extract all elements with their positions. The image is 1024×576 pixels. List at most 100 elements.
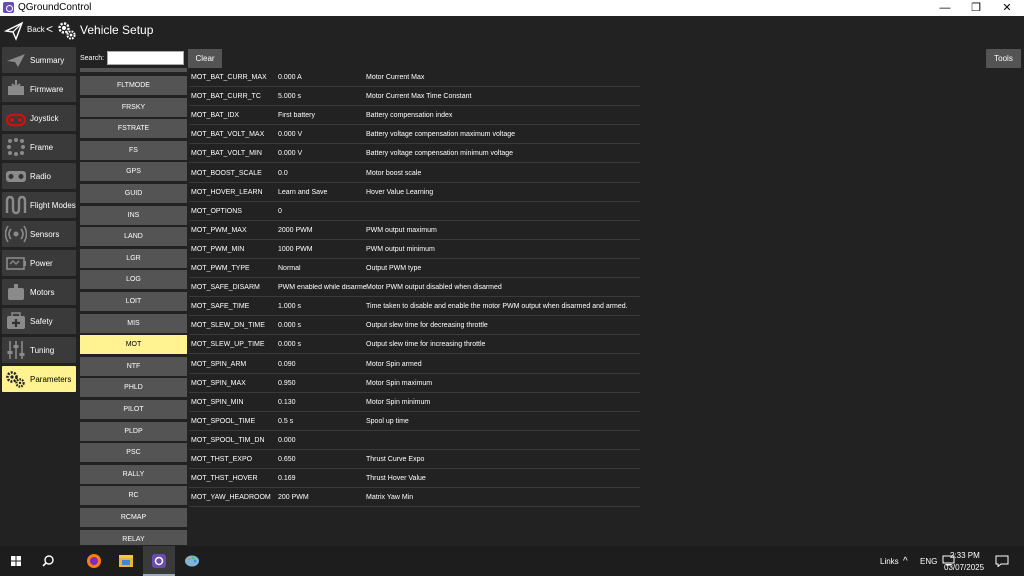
qgc-app-icon	[3, 2, 14, 13]
param-value: 0.169	[278, 475, 296, 483]
sidebar-item-summary[interactable]: Summary	[2, 47, 76, 73]
sidebar-item-label: Power	[30, 259, 53, 268]
sidebar-item-safety[interactable]: Safety	[2, 308, 76, 334]
sidebar-item-tuning[interactable]: Tuning	[2, 337, 76, 363]
group-button-fs[interactable]: FS	[80, 140, 187, 160]
notifications-icon[interactable]	[995, 555, 1009, 567]
param-name: MOT_BOOST_SCALE	[191, 169, 262, 177]
group-button-loit[interactable]: LOIT	[80, 292, 187, 311]
chevron-up-icon[interactable]: ^	[903, 556, 908, 567]
param-row[interactable]: MOT_BAT_CURR_MAX 0.000 A Motor Current Max	[189, 68, 640, 87]
param-name: MOT_SAFE_TIME	[191, 303, 250, 311]
param-description: PWM output maximum	[366, 226, 437, 234]
firefox-taskbar-button[interactable]	[78, 546, 110, 576]
param-row[interactable]: MOT_THST_HOVER 0.169 Thrust Hover Value	[189, 469, 640, 489]
param-description: Motor Current Max Time Constant	[366, 93, 472, 101]
param-row[interactable]: MOT_SPIN_ARM 0.090 Motor Spin armed	[189, 355, 640, 374]
param-row[interactable]: MOT_SPIN_MIN 0.130 Motor Spin minimum	[189, 393, 640, 412]
param-row[interactable]: MOT_SPIN_MAX 0.950 Motor Spin maximum	[189, 374, 640, 393]
window-titlebar: QGroundControl — ❐ ✕	[0, 0, 1024, 16]
close-button[interactable]: ✕	[992, 0, 1022, 16]
qgroundcontrol-taskbar-button[interactable]	[143, 546, 175, 576]
group-button-rcmap[interactable]: RCMAP	[80, 508, 187, 527]
param-description: Motor Spin maximum	[366, 379, 433, 387]
app-taskbar-button[interactable]	[176, 546, 208, 576]
group-button-rc[interactable]: RC	[80, 486, 187, 506]
start-button[interactable]	[0, 546, 32, 576]
param-row[interactable]: MOT_SPOOL_TIM_DN 0.000	[189, 431, 640, 450]
file-explorer-taskbar-button[interactable]	[110, 546, 142, 576]
param-row[interactable]: MOT_SAFE_TIME 1.000 s Time taken to disabl…	[189, 297, 640, 317]
param-name: MOT_OPTIONS	[191, 207, 242, 215]
maximize-button[interactable]: ❐	[961, 0, 991, 16]
group-button-phld[interactable]: PHLD	[80, 378, 187, 398]
back-plane-icon[interactable]	[4, 21, 24, 41]
minimize-button[interactable]: —	[930, 0, 960, 16]
search-input[interactable]	[107, 51, 184, 65]
param-row[interactable]: MOT_THST_EXPO 0.650 Thrust Curve Expo	[189, 450, 640, 469]
param-row[interactable]: MOT_BAT_VOLT_MAX 0.000 V Battery voltage c…	[189, 125, 640, 145]
sidebar-item-joystick[interactable]: Joystick	[2, 105, 76, 131]
param-description: Battery compensation index	[366, 112, 453, 120]
param-description: Output slew time for decreasing throttle	[366, 322, 488, 330]
group-button-pldp[interactable]: PLDP	[80, 421, 187, 441]
sidebar-item-flight-modes[interactable]: Flight Modes	[2, 192, 76, 218]
param-row[interactable]: MOT_OPTIONS 0	[189, 202, 640, 221]
sidebar-item-sensors[interactable]: Sensors	[2, 221, 76, 247]
group-button-log[interactable]: LOG	[80, 270, 187, 290]
param-row[interactable]: MOT_YAW_HEADROOM 200 PWM Matrix Yaw Min	[189, 488, 640, 508]
param-value: Learn and Save	[278, 188, 328, 196]
param-row[interactable]: MOT_SLEW_DN_TIME 0.000 s Output slew time …	[189, 316, 640, 336]
tools-button[interactable]: Tools	[986, 49, 1021, 68]
param-description: Matrix Yaw Min	[366, 494, 414, 502]
group-button-mis[interactable]: MIS	[80, 313, 187, 333]
group-button-relay[interactable]: RELAY	[80, 529, 187, 545]
group-button-pilot[interactable]: PILOT	[80, 400, 187, 419]
group-button-rally[interactable]: RALLY	[80, 464, 187, 484]
param-row[interactable]: MOT_SLEW_UP_TIME 0.000 s Output slew time …	[189, 335, 640, 355]
group-button-guid[interactable]: GUID	[80, 184, 187, 203]
clear-button[interactable]: Clear	[188, 49, 222, 68]
group-button-ins[interactable]: INS	[80, 205, 187, 225]
param-row[interactable]: MOT_BOOST_SCALE 0.0 Motor boost scale	[189, 164, 640, 183]
group-button-lgr[interactable]: LGR	[80, 248, 187, 268]
param-row[interactable]: MOT_HOVER_LEARN Learn and Save Hover Value…	[189, 183, 640, 202]
search-taskbar-button[interactable]	[32, 546, 64, 576]
param-name: MOT_BAT_VOLT_MIN	[191, 150, 262, 158]
group-button-mot[interactable]: MOT	[80, 335, 187, 355]
param-row[interactable]: MOT_SPOOL_TIME 0.5 s Spool up time	[189, 412, 640, 431]
sidebar-item-label: Parameters	[30, 375, 72, 384]
parameter-group-list[interactable]: FLTMODE FRSKY FSTRATE FS GPS GUID INS LAND LGR LO…	[80, 68, 187, 545]
param-row[interactable]: MOT_BAT_IDX First battery Battery compensa…	[189, 106, 640, 126]
param-value: 0.000 s	[278, 341, 301, 349]
language-indicator[interactable]: ENG	[920, 557, 937, 566]
sidebar-item-radio[interactable]: Radio	[2, 163, 76, 189]
group-button-partial[interactable]	[80, 68, 187, 72]
param-row[interactable]: MOT_BAT_CURR_TC 5.000 s Motor Current Max …	[189, 87, 640, 107]
group-button-frsky[interactable]: FRSKY	[80, 97, 187, 117]
back-button[interactable]: Back	[27, 25, 45, 34]
sidebar-item-parameters[interactable]: Parameters	[2, 366, 76, 392]
group-button-gps[interactable]: GPS	[80, 162, 187, 182]
sidebar-item-motors[interactable]: Motors	[2, 279, 76, 305]
group-button-ntf[interactable]: NTF	[80, 356, 187, 376]
group-button-fstrate[interactable]: FSTRATE	[80, 119, 187, 139]
sidebar-item-frame[interactable]: Frame	[2, 134, 76, 160]
group-button-land[interactable]: LAND	[80, 227, 187, 247]
group-button-fltmode[interactable]: FLTMODE	[80, 76, 187, 95]
sidebar-item-firmware[interactable]: Firmware	[2, 76, 76, 102]
param-name: MOT_THST_HOVER	[191, 475, 258, 483]
sidebar-item-power[interactable]: Power	[2, 250, 76, 276]
param-row[interactable]: MOT_PWM_TYPE Normal Output PWM type	[189, 259, 640, 278]
param-row[interactable]: MOT_PWM_MIN 1000 PWM PWM output minimum	[189, 240, 640, 259]
param-row[interactable]: MOT_PWM_MAX 2000 PWM PWM output maximum	[189, 221, 640, 240]
group-button-psc[interactable]: PSC	[80, 443, 187, 463]
clock-time[interactable]: 2:33 PM	[950, 551, 980, 560]
sidebar-item-label: Summary	[30, 56, 65, 65]
param-row[interactable]: MOT_BAT_VOLT_MIN 0.000 V Battery voltage c…	[189, 144, 640, 164]
clock-date[interactable]: 03/07/2025	[944, 563, 984, 572]
param-description: Hover Value Learning	[366, 188, 434, 196]
param-row[interactable]: MOT_SAFE_DISARM PWM enabled while disarme…	[189, 278, 640, 298]
links-toolbar[interactable]: Links	[880, 557, 899, 566]
safety-icon	[7, 312, 25, 329]
